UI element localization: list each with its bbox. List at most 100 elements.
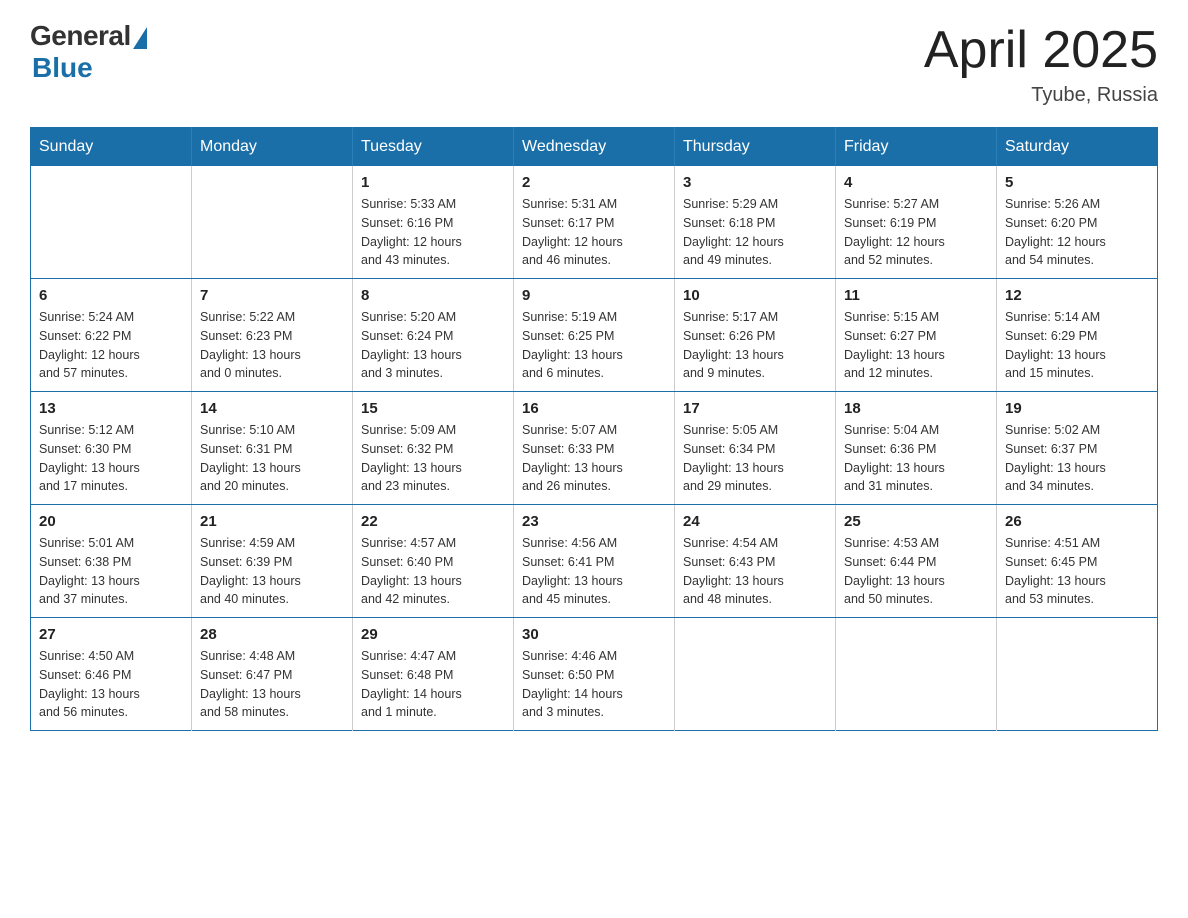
day-info: Sunrise: 5:27 AM Sunset: 6:19 PM Dayligh… (844, 195, 988, 270)
calendar-cell (997, 618, 1158, 731)
day-number: 1 (361, 174, 505, 191)
calendar-cell: 16Sunrise: 5:07 AM Sunset: 6:33 PM Dayli… (514, 392, 675, 505)
title-block: April 2025 Tyube, Russia (924, 20, 1158, 107)
calendar-cell: 10Sunrise: 5:17 AM Sunset: 6:26 PM Dayli… (675, 279, 836, 392)
calendar-week-1: 1Sunrise: 5:33 AM Sunset: 6:16 PM Daylig… (31, 166, 1158, 279)
calendar-week-2: 6Sunrise: 5:24 AM Sunset: 6:22 PM Daylig… (31, 279, 1158, 392)
day-number: 7 (200, 287, 344, 304)
day-number: 5 (1005, 174, 1149, 191)
page-header: General Blue April 2025 Tyube, Russia (30, 20, 1158, 107)
calendar-week-5: 27 Sunrise: 4:50 AM Sunset: 6:46 PM Dayli… (31, 618, 1158, 731)
logo-top: General (30, 20, 147, 52)
calendar-cell (31, 166, 192, 279)
day-number: 11 (844, 287, 988, 304)
header-saturday: Saturday (997, 128, 1158, 167)
calendar-cell: 19Sunrise: 5:02 AM Sunset: 6:37 PM Dayli… (997, 392, 1158, 505)
day-number: 15 (361, 400, 505, 417)
day-info: Sunrise: 5:31 AM Sunset: 6:17 PM Dayligh… (522, 195, 666, 270)
calendar-cell: 17 Sunrise: 5:05 AM Sunset: 6:34 PM Dayli… (675, 392, 836, 505)
calendar-cell: 1Sunrise: 5:33 AM Sunset: 6:16 PM Daylig… (353, 166, 514, 279)
day-info: Sunrise: 5:24 AM Sunset: 6:22 PM Dayligh… (39, 308, 183, 383)
day-number: 28 (200, 626, 344, 643)
day-number: 3 (683, 174, 827, 191)
logo-general-text: General (30, 20, 131, 52)
day-info: Sunrise: 5:10 AM Sunset: 6:31 PM Dayligh… (200, 421, 344, 496)
header-sunday: Sunday (31, 128, 192, 167)
calendar-title: April 2025 (924, 20, 1158, 80)
day-number: 24 (683, 513, 827, 530)
day-number: 27 (39, 626, 183, 643)
calendar-cell: 9 Sunrise: 5:19 AM Sunset: 6:25 PM Daylig… (514, 279, 675, 392)
day-info: Sunrise: 4:56 AM Sunset: 6:41 PM Dayligh… (522, 534, 666, 609)
day-number: 17 (683, 400, 827, 417)
day-number: 10 (683, 287, 827, 304)
calendar-cell: 12 Sunrise: 5:14 AM Sunset: 6:29 PM Dayli… (997, 279, 1158, 392)
day-info: Sunrise: 4:53 AM Sunset: 6:44 PM Dayligh… (844, 534, 988, 609)
calendar-cell: 29Sunrise: 4:47 AM Sunset: 6:48 PM Dayli… (353, 618, 514, 731)
day-info: Sunrise: 4:50 AM Sunset: 6:46 PM Dayligh… (39, 647, 183, 722)
calendar-cell: 21 Sunrise: 4:59 AM Sunset: 6:39 PM Dayli… (192, 505, 353, 618)
logo-blue-label: Blue (32, 52, 93, 84)
day-number: 12 (1005, 287, 1149, 304)
calendar-cell: 25 Sunrise: 4:53 AM Sunset: 6:44 PM Dayli… (836, 505, 997, 618)
calendar-cell (836, 618, 997, 731)
day-info: Sunrise: 4:59 AM Sunset: 6:39 PM Dayligh… (200, 534, 344, 609)
calendar-week-3: 13Sunrise: 5:12 AM Sunset: 6:30 PM Dayli… (31, 392, 1158, 505)
calendar-cell: 15Sunrise: 5:09 AM Sunset: 6:32 PM Dayli… (353, 392, 514, 505)
day-info: Sunrise: 5:15 AM Sunset: 6:27 PM Dayligh… (844, 308, 988, 383)
calendar-cell (675, 618, 836, 731)
day-info: Sunrise: 5:22 AM Sunset: 6:23 PM Dayligh… (200, 308, 344, 383)
header-thursday: Thursday (675, 128, 836, 167)
day-info: Sunrise: 4:54 AM Sunset: 6:43 PM Dayligh… (683, 534, 827, 609)
calendar-table: SundayMondayTuesdayWednesdayThursdayFrid… (30, 127, 1158, 731)
day-number: 26 (1005, 513, 1149, 530)
calendar-cell: 2 Sunrise: 5:31 AM Sunset: 6:17 PM Daylig… (514, 166, 675, 279)
logo-triangle-icon (133, 27, 147, 49)
calendar-cell: 6Sunrise: 5:24 AM Sunset: 6:22 PM Daylig… (31, 279, 192, 392)
day-number: 2 (522, 174, 666, 191)
calendar-cell: 7 Sunrise: 5:22 AM Sunset: 6:23 PM Daylig… (192, 279, 353, 392)
day-info: Sunrise: 4:48 AM Sunset: 6:47 PM Dayligh… (200, 647, 344, 722)
day-info: Sunrise: 5:04 AM Sunset: 6:36 PM Dayligh… (844, 421, 988, 496)
day-info: Sunrise: 4:46 AM Sunset: 6:50 PM Dayligh… (522, 647, 666, 722)
day-number: 21 (200, 513, 344, 530)
calendar-cell: 20 Sunrise: 5:01 AM Sunset: 6:38 PM Dayli… (31, 505, 192, 618)
calendar-cell: 27 Sunrise: 4:50 AM Sunset: 6:46 PM Dayli… (31, 618, 192, 731)
calendar-cell: 3 Sunrise: 5:29 AM Sunset: 6:18 PM Daylig… (675, 166, 836, 279)
calendar-cell: 26Sunrise: 4:51 AM Sunset: 6:45 PM Dayli… (997, 505, 1158, 618)
day-info: Sunrise: 5:20 AM Sunset: 6:24 PM Dayligh… (361, 308, 505, 383)
day-number: 29 (361, 626, 505, 643)
day-info: Sunrise: 5:26 AM Sunset: 6:20 PM Dayligh… (1005, 195, 1149, 270)
calendar-cell: 30Sunrise: 4:46 AM Sunset: 6:50 PM Dayli… (514, 618, 675, 731)
header-wednesday: Wednesday (514, 128, 675, 167)
header-tuesday: Tuesday (353, 128, 514, 167)
day-info: Sunrise: 5:19 AM Sunset: 6:25 PM Dayligh… (522, 308, 666, 383)
day-number: 20 (39, 513, 183, 530)
day-number: 9 (522, 287, 666, 304)
day-info: Sunrise: 5:01 AM Sunset: 6:38 PM Dayligh… (39, 534, 183, 609)
day-number: 16 (522, 400, 666, 417)
calendar-cell: 28 Sunrise: 4:48 AM Sunset: 6:47 PM Dayli… (192, 618, 353, 731)
calendar-cell: 24 Sunrise: 4:54 AM Sunset: 6:43 PM Dayli… (675, 505, 836, 618)
calendar-header-row: SundayMondayTuesdayWednesdayThursdayFrid… (31, 128, 1158, 167)
calendar-cell: 13Sunrise: 5:12 AM Sunset: 6:30 PM Dayli… (31, 392, 192, 505)
calendar-cell: 4 Sunrise: 5:27 AM Sunset: 6:19 PM Daylig… (836, 166, 997, 279)
day-number: 22 (361, 513, 505, 530)
calendar-cell: 11 Sunrise: 5:15 AM Sunset: 6:27 PM Dayli… (836, 279, 997, 392)
header-monday: Monday (192, 128, 353, 167)
calendar-cell: 22 Sunrise: 4:57 AM Sunset: 6:40 PM Dayli… (353, 505, 514, 618)
calendar-cell (192, 166, 353, 279)
day-number: 23 (522, 513, 666, 530)
day-info: Sunrise: 4:57 AM Sunset: 6:40 PM Dayligh… (361, 534, 505, 609)
calendar-week-4: 20 Sunrise: 5:01 AM Sunset: 6:38 PM Dayli… (31, 505, 1158, 618)
logo: General Blue (30, 20, 147, 84)
day-number: 13 (39, 400, 183, 417)
day-number: 4 (844, 174, 988, 191)
day-info: Sunrise: 5:05 AM Sunset: 6:34 PM Dayligh… (683, 421, 827, 496)
day-number: 25 (844, 513, 988, 530)
day-info: Sunrise: 5:29 AM Sunset: 6:18 PM Dayligh… (683, 195, 827, 270)
header-friday: Friday (836, 128, 997, 167)
calendar-location: Tyube, Russia (924, 84, 1158, 107)
day-info: Sunrise: 5:14 AM Sunset: 6:29 PM Dayligh… (1005, 308, 1149, 383)
calendar-cell: 18Sunrise: 5:04 AM Sunset: 6:36 PM Dayli… (836, 392, 997, 505)
